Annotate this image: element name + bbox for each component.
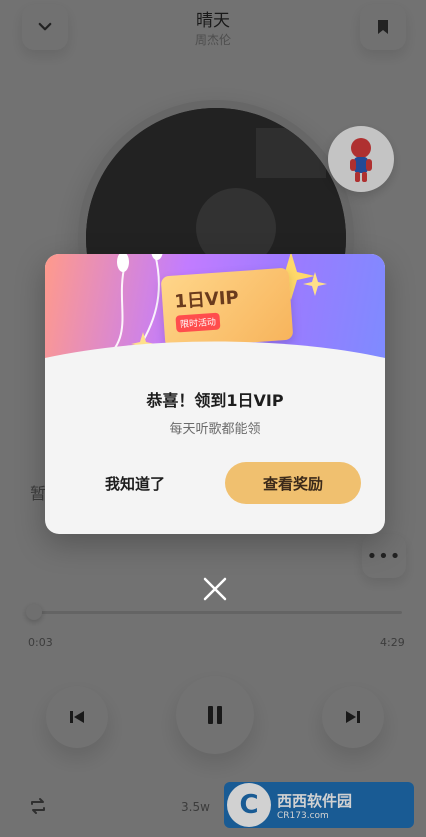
banner-wave [45, 341, 385, 376]
close-dialog-button[interactable] [202, 576, 228, 602]
limited-time-tag: 限时活动 [175, 312, 221, 333]
dialog-title: 恭喜！领到1日VIP [146, 391, 284, 410]
reward-banner: 1日VIP 限时活动 [45, 254, 385, 376]
view-reward-button[interactable]: 查看奖励 [225, 462, 361, 504]
close-icon [203, 577, 227, 601]
vip-reward-dialog: 1日VIP 限时活动 恭喜！领到1日VIP 每天听歌都能领 我知道了 查看奖励 [45, 254, 385, 534]
dialog-subtitle: 每天听歌都能领 [169, 422, 261, 437]
vip-card-text: 1日VIP [173, 287, 240, 313]
dismiss-button[interactable]: 我知道了 [75, 462, 195, 504]
